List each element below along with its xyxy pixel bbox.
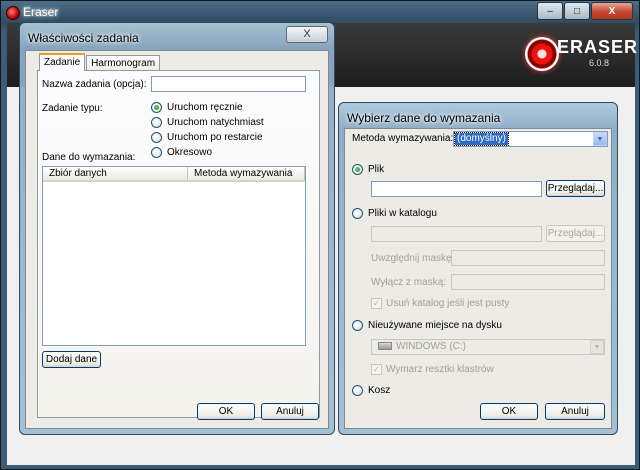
drive-label: WINDOWS (C:) [396,341,466,352]
checkmark-icon[interactable]: ✓ [371,298,382,309]
list-header: Zbiór danych Metoda wymazywania [43,167,305,182]
option-file-label: Plik [368,164,385,175]
option-folder[interactable]: Pliki w katalogu [352,208,437,219]
props-cancel-button[interactable]: Anuluj [261,403,319,420]
file-browse-button[interactable]: Przeglądaj... [546,180,605,197]
brand-version: 6.0.8 [588,58,609,68]
radio-icon[interactable] [352,320,363,331]
chevron-down-icon[interactable]: ▼ [590,340,604,354]
task-type-immediate[interactable]: Uruchom natychmiast [151,117,264,128]
erase-method-value: (domyślny) [454,132,509,146]
erase-data-list[interactable]: Zbiór danych Metoda wymazywania [42,166,306,346]
select-data-dialog: Wybierz dane do wymazania Metoda wymazyw… [338,102,618,435]
option-folder-label: Pliki w katalogu [368,208,437,219]
task-properties-client: Zadanie Harmonogram Nazwa zadania (opcja… [25,50,329,429]
select-data-title: Wybierz dane do wymazania [347,111,501,125]
tab-page-zadanie: Nazwa zadania (opcja): Zadanie typu: Uru… [37,70,320,418]
exclude-mask-input[interactable] [451,274,605,290]
chevron-down-icon[interactable]: ▼ [593,132,607,146]
eraser-logo-icon [525,37,559,71]
cluster-tips-label: Wymarz resztki klastrów [386,364,494,375]
radio-icon[interactable] [352,385,363,396]
select-cancel-button[interactable]: Anuluj [545,403,605,420]
task-type-label: Zadanie typu: [42,103,103,114]
drive-select-value: WINDOWS (C:) [376,341,468,353]
task-properties-dialog: Właściwości zadania X Zadanie Harmonogra… [19,22,335,435]
column-erase-method[interactable]: Metoda wymazywania [188,167,305,180]
hard-drive-icon [378,342,392,351]
folder-path-input[interactable] [371,226,542,242]
include-mask-input[interactable] [451,250,605,266]
file-path-input[interactable] [371,181,542,197]
add-data-button[interactable]: Dodaj dane [42,351,101,368]
task-type-immediate-label: Uruchom natychmiast [167,117,264,128]
task-type-recurring[interactable]: Okresowo [151,147,212,158]
task-type-restart-label: Uruchom po restarcie [167,132,263,143]
exclude-mask-label: Wyłącz z maską: [371,277,446,288]
task-type-recurring-label: Okresowo [167,147,213,158]
option-file[interactable]: Plik [352,164,384,175]
eraser-app-icon [6,6,20,20]
tab-harmonogram[interactable]: Harmonogram [86,55,161,71]
delete-empty-folder-label: Usuń katalog jeśli jest pusty [386,298,510,309]
delete-empty-folder-checkbox[interactable]: ✓ Usuń katalog jeśli jest pusty [371,298,509,309]
props-ok-button[interactable]: OK [197,403,255,420]
select-ok-button[interactable]: OK [480,403,538,420]
tab-zadanie[interactable]: Zadanie [39,53,86,71]
radio-icon[interactable] [151,102,162,113]
radio-icon[interactable] [151,117,162,128]
erase-method-label: Metoda wymazywania: [352,133,454,144]
minimize-button[interactable]: – [537,2,563,20]
brand-name: ERASER [557,37,639,57]
main-window-title: Eraser [23,5,59,19]
radio-icon[interactable] [352,208,363,219]
radio-icon[interactable] [352,164,363,175]
option-recycle-bin-label: Kosz [368,385,391,396]
cluster-tips-checkbox[interactable]: ✓ Wymarz resztki klastrów [371,364,494,375]
erase-method-select[interactable]: (domyślny) ▼ [453,131,608,147]
include-mask-label: Uwzględnij maskę: [371,253,455,264]
checkmark-icon[interactable]: ✓ [371,364,382,375]
select-data-client: Metoda wymazywania: (domyślny) ▼ Plik Pr… [344,128,612,429]
option-unused-space-label: Nieużywane miejsce na dysku [368,320,502,331]
data-to-erase-label: Dane do wymazania: [42,152,136,163]
folder-browse-button[interactable]: Przeglądaj... [546,225,605,242]
task-type-manual-label: Uruchom ręcznie [167,102,243,113]
task-name-input[interactable] [151,76,306,92]
option-unused-space[interactable]: Nieużywane miejsce na dysku [352,320,502,331]
tab-strip: Zadanie Harmonogram [39,53,161,71]
maximize-button[interactable]: □ [564,2,590,20]
task-type-manual[interactable]: Uruchom ręcznie [151,102,243,113]
radio-icon[interactable] [151,147,162,158]
radio-icon[interactable] [151,132,162,143]
drive-select[interactable]: WINDOWS (C:) ▼ [371,339,605,355]
task-properties-close-button[interactable]: X [286,26,328,43]
task-type-restart[interactable]: Uruchom po restarcie [151,132,263,143]
column-data-set[interactable]: Zbiór danych [43,167,188,180]
task-properties-title: Właściwości zadania [28,31,139,45]
task-name-label: Nazwa zadania (opcja): [42,79,147,90]
window-controls: – □ X [536,2,633,20]
close-button[interactable]: X [591,2,633,20]
option-recycle-bin[interactable]: Kosz [352,385,390,396]
